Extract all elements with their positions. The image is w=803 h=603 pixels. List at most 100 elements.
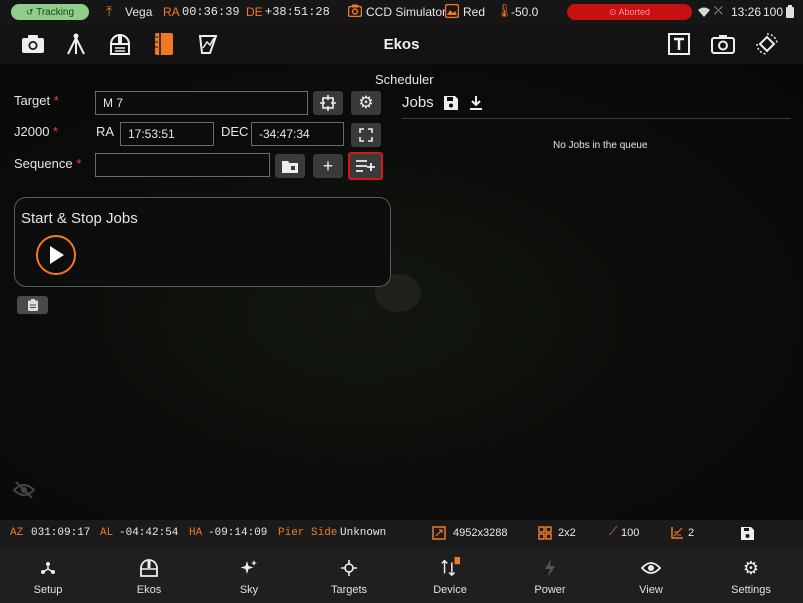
target-label: Target *: [14, 93, 59, 108]
de-label: DE: [246, 5, 263, 19]
device-transfer-icon: [440, 557, 460, 577]
required-mark: *: [76, 156, 82, 171]
gear-icon: ⚙: [358, 93, 374, 112]
j2000-label: J2000 *: [14, 124, 58, 139]
gain-icon: ⟋: [609, 525, 618, 539]
target-settings-button[interactable]: ⚙: [351, 91, 381, 115]
nav-view-label: View: [639, 584, 663, 596]
signal-icon: ⤫: [714, 5, 723, 17]
nav-settings-label: Settings: [731, 584, 771, 596]
nav-settings[interactable]: ⚙ Settings: [701, 548, 801, 603]
gain-value[interactable]: 100: [621, 527, 639, 539]
snapshot-icon[interactable]: [709, 30, 737, 58]
jobs-divider: [402, 118, 791, 119]
start-scheduler-button[interactable]: [36, 235, 76, 275]
setup-icon: [38, 558, 58, 578]
pier-side-label: Pier Side: [278, 527, 338, 539]
nav-setup-label: Setup: [33, 584, 63, 596]
j2000-label-text: J2000: [14, 124, 50, 139]
wifi-icon: [698, 6, 710, 20]
de-value: +38:51:28: [265, 5, 330, 19]
al-label: AL: [100, 527, 114, 539]
start-stop-title: Start & Stop Jobs: [21, 210, 138, 227]
nav-targets-label: Targets: [330, 584, 368, 596]
folder-icon: [282, 160, 298, 173]
capture-status-badge[interactable]: ⊙ Aborted: [567, 4, 692, 20]
tracking-icon: ↺: [25, 7, 34, 17]
download-jobs-icon[interactable]: [469, 96, 483, 115]
frame-size-value[interactable]: 4952x3288: [453, 527, 507, 539]
open-sequence-button[interactable]: [275, 154, 305, 178]
hidden-eye-icon[interactable]: [12, 481, 36, 504]
mount-icon: ⤒: [106, 3, 113, 19]
select-target-button[interactable]: [313, 91, 343, 115]
frame-size-icon: [432, 526, 446, 544]
add-job-button[interactable]: +: [313, 154, 343, 178]
crosshair-icon: [320, 95, 336, 111]
al-value: -04:42:54: [119, 527, 179, 539]
module-title: Scheduler: [375, 72, 434, 87]
ra-label: RA: [163, 5, 180, 19]
play-icon: [50, 246, 64, 264]
nav-power[interactable]: Power: [500, 548, 600, 603]
target-name[interactable]: Vega: [125, 5, 152, 19]
mount-info-bar: AZ 031:09:17 AL -04:42:54 HA -09:14:09 P…: [0, 520, 803, 548]
sequence-input[interactable]: [95, 153, 270, 177]
filter-name[interactable]: Red: [463, 5, 485, 19]
nav-ekos-label: Ekos: [136, 584, 162, 596]
pier-side-value: Unknown: [340, 527, 387, 539]
required-mark: *: [53, 124, 59, 139]
az-label: AZ: [10, 527, 24, 539]
nav-targets[interactable]: Targets: [299, 548, 399, 603]
tracking-status-badge[interactable]: ↺ Tracking: [11, 4, 89, 20]
rotate-view-icon[interactable]: [753, 30, 781, 58]
queue-job-button[interactable]: [348, 152, 383, 180]
nav-device[interactable]: Device: [400, 548, 500, 603]
ha-value: -09:14:09: [208, 527, 268, 539]
target-input[interactable]: [95, 91, 308, 115]
plus-icon: +: [322, 156, 334, 176]
start-stop-card: Start & Stop Jobs: [14, 197, 391, 287]
power-bolt-icon: [540, 558, 560, 578]
ra-value: 00:36:39: [182, 5, 240, 19]
camera-name[interactable]: CCD Simulator: [366, 5, 446, 19]
nav-power-label: Power: [534, 584, 566, 596]
required-mark: *: [53, 93, 59, 108]
nav-device-label: Device: [433, 584, 467, 596]
save-jobs-icon[interactable]: [444, 96, 458, 115]
battery-icon: [786, 5, 794, 21]
ra-field-label: RA: [96, 124, 115, 139]
az-value: 031:09:17: [31, 527, 91, 539]
no-jobs-message: No Jobs in the queue: [553, 140, 648, 151]
binning-value[interactable]: 2x2: [558, 527, 576, 539]
clock: 13:26: [731, 5, 762, 19]
nav-setup[interactable]: Setup: [0, 548, 98, 603]
sequence-label-text: Sequence: [14, 156, 73, 171]
temperature-value: -50.0: [511, 5, 539, 19]
log-button[interactable]: [17, 296, 48, 314]
jobs-title: Jobs: [402, 94, 434, 111]
dec-input[interactable]: [251, 122, 344, 146]
offset-value[interactable]: 2: [688, 527, 694, 539]
dec-field-label: DEC: [221, 124, 249, 139]
nav-sky[interactable]: Sky: [199, 548, 299, 603]
settings-gear-icon: ⚙: [742, 557, 760, 578]
ha-label: HA: [189, 527, 203, 539]
ra-input[interactable]: [120, 122, 214, 146]
top-toolbar: Ekos: [0, 24, 803, 64]
expand-coords-button[interactable]: [351, 123, 381, 147]
eye-icon: [641, 558, 661, 578]
save-settings-icon[interactable]: [741, 527, 754, 544]
camera-icon: [347, 4, 363, 20]
text-tool-icon[interactable]: [665, 30, 693, 58]
target-crosshair-icon: [339, 558, 359, 578]
sequence-label: Sequence *: [14, 156, 81, 171]
playlist-add-icon: [355, 160, 375, 172]
offset-icon: [671, 526, 684, 543]
nav-ekos[interactable]: Ekos: [99, 548, 199, 603]
nav-view[interactable]: View: [601, 548, 701, 603]
binning-icon: [538, 526, 552, 544]
clipboard-icon: [27, 299, 38, 311]
nav-sky-label: Sky: [239, 584, 259, 596]
status-bar: ↺ Tracking ⤒ Vega RA 00:36:39 DE +38:51:…: [0, 0, 803, 24]
